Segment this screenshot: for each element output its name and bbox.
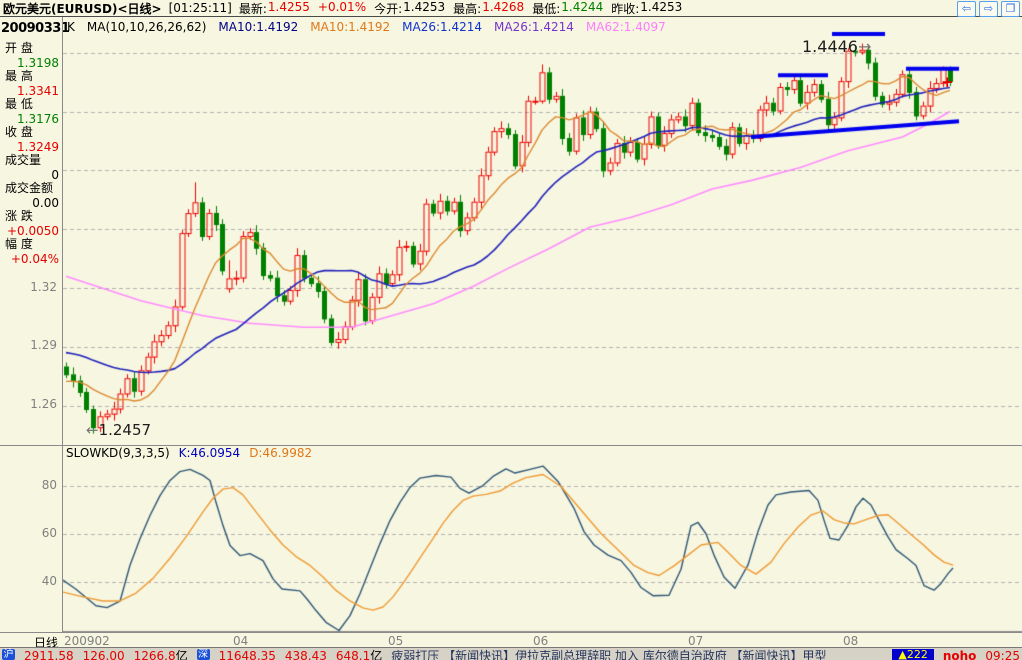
sh-change: 126.00 (82, 649, 125, 660)
quote-item-value: 1.4244 (561, 0, 604, 14)
kd-d-value: D:46.9982 (249, 446, 313, 460)
forward-arrow-icon[interactable]: ⇨ (979, 1, 998, 17)
trading-app-window: 欧元美元(EURUSD)<日线> [01:25:11] 最新: 1.4255 +0.… (0, 0, 1022, 660)
sidebar-row: 成交金额 0.00 (0, 179, 62, 210)
month-label: 04 (233, 634, 249, 648)
selected-date: 20090331 (1, 21, 70, 36)
kd-title: SLOWKD(9,3,3,5) (66, 446, 170, 460)
sidebar-row: 涨 跌 +0.0050 (0, 207, 62, 238)
sidebar-rows: 开 盘 1.3198 最 高 1.3341 最 低 1.3176 收 盘 1.3249 成交量 0… (0, 39, 62, 266)
status-bar: 沪 2911.58 126.00 1266.8亿 深 11648.35 438.… (0, 647, 1022, 660)
legend-ma-params: MA(10,10,26,26,62) (86, 20, 207, 34)
quote-item-value: 1.4253 (403, 0, 446, 14)
sidebar-row-label: 成交金额 (5, 181, 54, 195)
quote-item: 最高: 1.4268 (453, 0, 524, 17)
high-annotation: 1.4446→ (802, 37, 871, 56)
quote-item-label: 最新: (238, 1, 267, 16)
panel-divider[interactable] (0, 445, 1022, 446)
quote-item: 最低: 1.4244 (532, 0, 603, 17)
advance-count-badge: ▲222 (892, 649, 934, 660)
sidebar-row-label: 开 盘 (5, 41, 33, 55)
quote-item: +0.01% (318, 0, 366, 17)
price-tick-label: 1.26 (30, 397, 57, 411)
time-axis: 日线 200902 04 05 06 07 08 (0, 632, 1022, 650)
right-arrow-icon: → (857, 37, 872, 56)
month-label: 07 (688, 634, 704, 648)
quote-sidebar: 20090331 开 盘 1.3198 最 高 1.3341 最 低 1.3176 收 盘1… (0, 18, 70, 266)
brand-label: noho (942, 649, 977, 660)
candlestick-and-kd-canvas[interactable] (63, 17, 1022, 632)
sidebar-row: 最 低 1.3176 (0, 95, 62, 126)
kd-tick-label: 40 (41, 574, 57, 588)
ma-legend-item: MA10:1.4192 (218, 20, 299, 34)
sidebar-row-value: +0.04% (10, 252, 59, 266)
back-arrow-icon[interactable]: ⇦ (957, 1, 976, 17)
status-clock: 09:25 (985, 649, 1020, 660)
quote-item-value: 1.4253 (640, 0, 683, 14)
high-annotation-text: 1.4446 (802, 37, 858, 56)
quote-item-value: 1.4255 (267, 0, 310, 14)
shenzhen-market-icon[interactable]: 深 (196, 649, 210, 660)
low-annotation-text: 1.2457 (98, 421, 152, 439)
crosshair-marker: + (941, 73, 954, 91)
sidebar-row: 成交量 0 (0, 151, 62, 182)
sz-amount: 648.1亿 (335, 649, 383, 660)
window-nav-buttons: ⇦ ⇨ ❐ (957, 1, 1020, 17)
quote-item: 最新: 1.4255 (239, 0, 310, 17)
quote-item-label: 最低: (532, 1, 561, 16)
cascade-windows-icon[interactable]: ❐ (1001, 1, 1020, 17)
month-label: 200902 (64, 634, 110, 648)
sh-amount: 1266.8亿 (133, 649, 188, 660)
quote-items: 最新: 1.4255 +0.01% 今开: 1.4253 最高: 1.4268 最低: 1.42… (239, 0, 682, 17)
top-quote-bar: 欧元美元(EURUSD)<日线> [01:25:11] 最新: 1.4255 +0.… (0, 0, 1022, 17)
left-arrow-icon: ← (86, 421, 99, 439)
sz-index: 11648.35 (218, 649, 276, 660)
ma-legend-item: MA10:1.4192 (310, 20, 391, 34)
month-label: 05 (388, 634, 404, 648)
news-ticker[interactable]: 疲弱打压 【新闻快讯】伊拉克副总理辞职 加入 库尔德自治政府 【新闻快讯】甲型 (391, 649, 883, 660)
quote-item-label: 昨收: (611, 1, 640, 16)
quote-item-value: +0.01% (317, 0, 367, 14)
sz-change: 438.43 (284, 649, 327, 660)
quote-item: 昨收: 1.4253 (611, 0, 682, 17)
quote-time: [01:25:11] (168, 1, 232, 15)
ma-legend-item: MA26:1.4214 (494, 20, 574, 34)
price-tick-label: 1.29 (30, 338, 57, 352)
kd-legend: SLOWKD(9,3,3,5) K:46.0954 D:46.9982 (66, 446, 312, 460)
month-label: 06 (533, 634, 549, 648)
sh-index: 2911.58 (24, 649, 74, 660)
kd-tick-label: 60 (41, 526, 57, 540)
ma-legend-item: MA26:1.4214 (402, 20, 483, 34)
shanghai-market-icon[interactable]: 沪 (2, 649, 15, 660)
ma-legend-items: MA10:1.4192 MA10:1.4192 MA26:1.4214 MA26:1.… (218, 20, 665, 34)
chart-area[interactable] (62, 17, 1022, 632)
sidebar-row: 最 高 1.3341 (0, 67, 62, 98)
quote-item: 今开: 1.4253 (374, 0, 445, 17)
sidebar-row: 收 盘 1.3249 (0, 123, 62, 154)
legend-k: K (67, 20, 75, 34)
quote-item-label: 最高: (453, 1, 482, 16)
price-tick-label: 1.32 (30, 280, 57, 294)
kd-tick-label: 80 (41, 478, 57, 492)
quote-item-value: 1.4268 (482, 0, 525, 14)
kd-k-value: K:46.0954 (178, 446, 241, 460)
sidebar-row: 幅 度 +0.04% (0, 235, 62, 266)
month-label: 08 (843, 634, 859, 648)
ma-legend: K MA(10,10,26,26,62) MA10:1.4192 MA10:1.4… (67, 20, 666, 34)
sidebar-row: 开 盘 1.3198 (0, 39, 62, 70)
symbol-title: 欧元美元(EURUSD)<日线> (3, 1, 162, 16)
quote-item-label: 今开: (374, 1, 403, 16)
ma-legend-item: MA62:1.4097 (585, 20, 666, 34)
low-annotation: ←1.2457 (86, 421, 151, 439)
